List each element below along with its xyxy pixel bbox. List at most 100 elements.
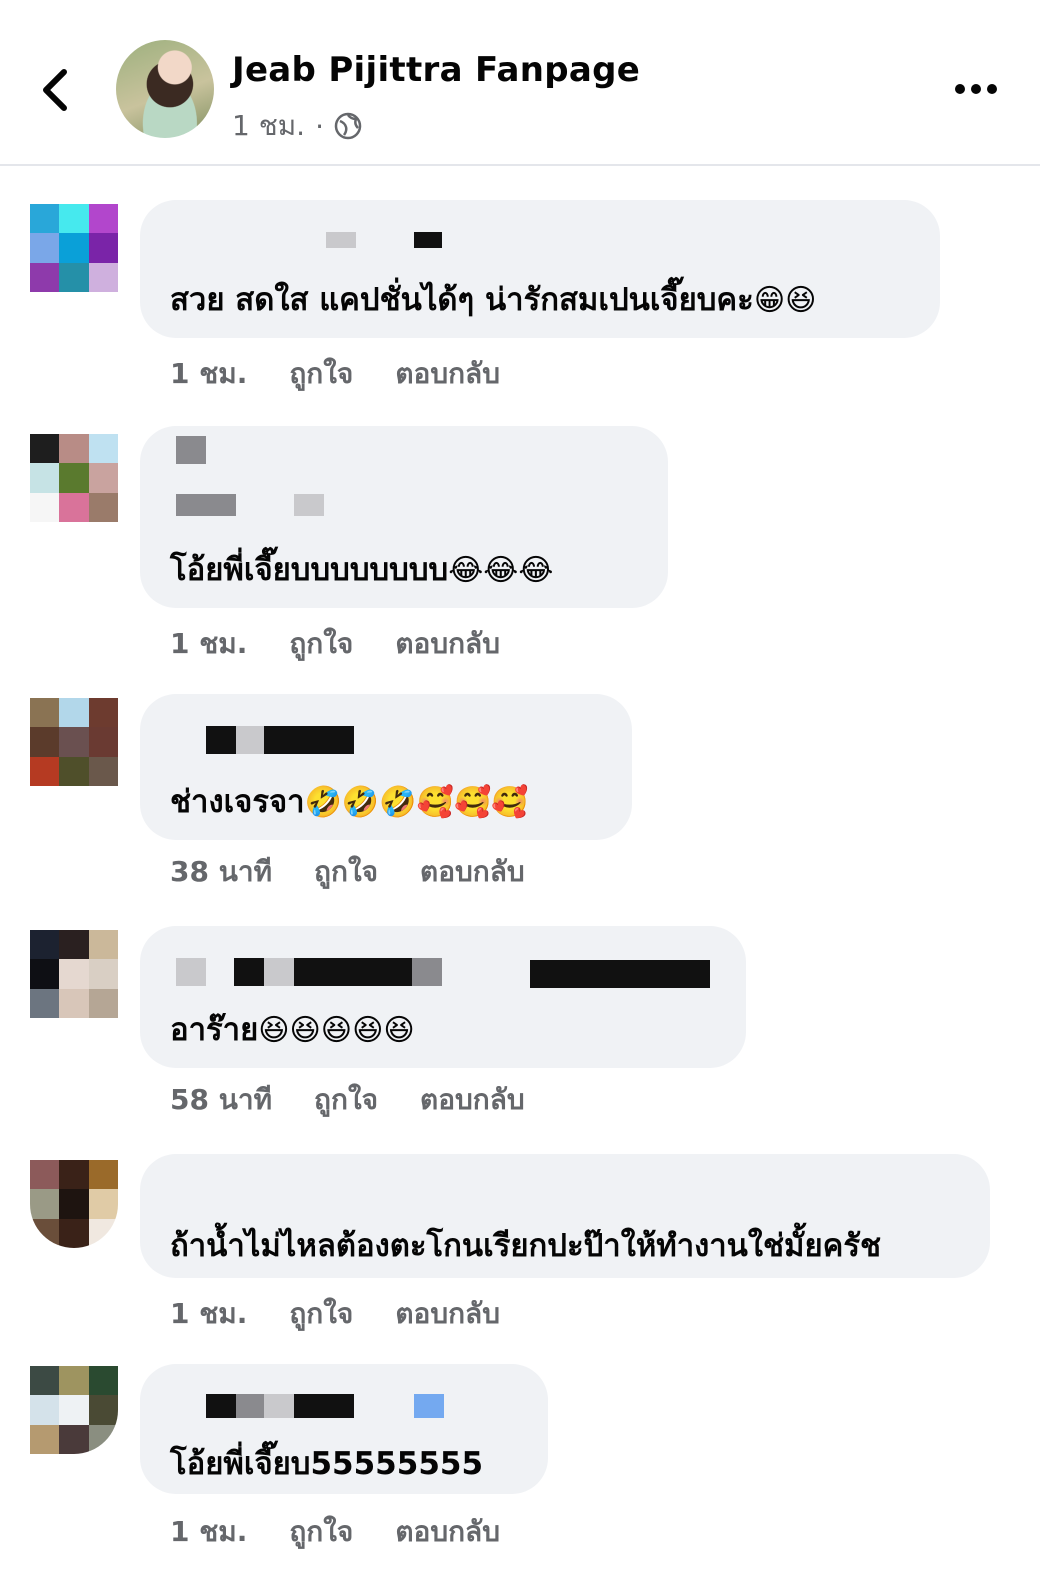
emoji-sequence: 😆😆😆😆😆 <box>258 1013 415 1048</box>
reply-button[interactable]: ตอบกลับ <box>420 1078 525 1122</box>
avatar-pixel <box>59 463 89 493</box>
name-redaction <box>234 958 264 986</box>
emoji-sequence: 🤣🤣🤣🥰🥰🥰 <box>304 785 529 820</box>
post-meta: 1 ชม. · <box>232 104 362 148</box>
commenter-name[interactable] <box>184 230 484 250</box>
comment-actions: 1 ชม. ถูกใจ ตอบกลับ <box>170 622 500 666</box>
comment-actions: 1 ชม. ถูกใจ ตอบกลับ <box>170 1510 500 1554</box>
reply-button[interactable]: ตอบกลับ <box>420 850 525 894</box>
avatar-pixel <box>30 1160 60 1190</box>
comment-bubble[interactable]: โอ้ยพี่เจี๊ยบ55555555 <box>140 1364 548 1494</box>
comment-bubble[interactable]: โอ้ยพี่เจี๊ยบบบบบบบบ😂😂😂 <box>140 426 668 608</box>
comment-text: อาร๊าย😆😆😆😆😆 <box>170 1012 415 1048</box>
name-redaction <box>264 958 294 986</box>
avatar-pixel <box>30 756 60 786</box>
reply-button[interactable]: ตอบกลับ <box>395 1510 500 1554</box>
emoji-sequence: 😂😂😂 <box>448 553 554 588</box>
post-header: Jeab Pijittra Fanpage 1 ชม. · <box>0 0 1040 166</box>
avatar-pixel <box>88 988 118 1018</box>
avatar-pixel <box>59 262 89 292</box>
avatar-pixel <box>88 492 118 522</box>
name-redaction <box>326 232 356 248</box>
commenter-name[interactable] <box>206 726 366 754</box>
commenter-avatar[interactable] <box>30 1160 118 1248</box>
like-button[interactable]: ถูกใจ <box>314 1078 378 1122</box>
avatar-pixel <box>59 1189 89 1219</box>
commenter-name[interactable] <box>206 1394 536 1420</box>
avatar-pixel <box>88 233 118 263</box>
reply-button[interactable]: ตอบกลับ <box>395 622 500 666</box>
avatar-pixel <box>88 756 118 786</box>
like-button[interactable]: ถูกใจ <box>289 1292 353 1336</box>
name-redaction <box>206 726 236 754</box>
like-button[interactable]: ถูกใจ <box>289 622 353 666</box>
name-redaction <box>412 958 442 986</box>
commenter-avatar[interactable] <box>30 434 118 522</box>
commenter-name[interactable] <box>184 1174 484 1194</box>
like-button[interactable]: ถูกใจ <box>314 850 378 894</box>
avatar-pixel <box>88 727 118 757</box>
comment-bubble[interactable]: ถ้าน้ำไม่ไหลต้องตะโกนเรียกปะป๊าให้ทำงานใ… <box>140 1154 990 1278</box>
comment-bubble[interactable]: สวย สดใส แคปชั่นได้ๆ น่ารักสมเปนเจี๊ยบคะ… <box>140 200 940 338</box>
avatar-pixel <box>59 756 89 786</box>
back-button[interactable] <box>36 62 84 118</box>
name-redaction <box>236 726 264 754</box>
name-redaction <box>176 958 206 986</box>
chevron-left-icon <box>43 69 67 111</box>
like-button[interactable]: ถูกใจ <box>289 1510 353 1554</box>
avatar-pixel <box>88 959 118 989</box>
name-redaction <box>294 958 412 986</box>
comment-time[interactable]: 1 ชม. <box>170 622 247 666</box>
avatar-pixel <box>88 1366 118 1396</box>
avatar-pixel <box>30 1366 60 1396</box>
emoji-sequence: 😁😆 <box>753 283 817 318</box>
avatar-pixel <box>59 233 89 263</box>
more-options-button[interactable] <box>952 74 1000 104</box>
avatar-pixel <box>88 930 118 960</box>
comment-time[interactable]: 1 ชม. <box>170 352 247 396</box>
comment-time[interactable]: 38 นาที <box>170 850 272 894</box>
name-redaction <box>236 1394 264 1418</box>
comment-bubble[interactable]: ช่างเจรจา🤣🤣🤣🥰🥰🥰 <box>140 694 632 840</box>
commenter-avatar[interactable] <box>30 930 118 1018</box>
comment-text: ถ้าน้ำไม่ไหลต้องตะโกนเรียกปะป๊าให้ทำงานใ… <box>170 1228 882 1264</box>
name-redaction <box>264 726 354 754</box>
avatar-pixel <box>30 262 60 292</box>
name-redaction <box>294 1394 354 1418</box>
page-avatar[interactable] <box>116 40 214 138</box>
comment-time[interactable]: 1 ชม. <box>170 1292 247 1336</box>
avatar-pixel <box>88 698 118 728</box>
name-redaction <box>294 494 324 516</box>
name-redaction <box>414 232 442 248</box>
reply-button[interactable]: ตอบกลับ <box>395 1292 500 1336</box>
more-horizontal-icon <box>955 84 997 94</box>
avatar-pixel <box>88 463 118 493</box>
name-redaction <box>264 1394 294 1418</box>
comment-actions: 58 นาที ถูกใจ ตอบกลับ <box>170 1078 525 1122</box>
comment-bubble[interactable]: อาร๊าย😆😆😆😆😆 <box>140 926 746 1068</box>
avatar-pixel <box>30 233 60 263</box>
comment-text: โอ้ยพี่เจี๊ยบ55555555 <box>170 1446 484 1482</box>
post-time[interactable]: 1 ชม. <box>232 104 305 148</box>
page-title[interactable]: Jeab Pijittra Fanpage <box>232 50 640 90</box>
avatar-pixel <box>30 1218 60 1248</box>
avatar-pixel <box>59 492 89 522</box>
avatar-pixel <box>88 204 118 234</box>
name-redaction <box>176 494 236 516</box>
commenter-avatar[interactable] <box>30 1366 118 1454</box>
avatar-pixel <box>88 1218 118 1248</box>
commenter-avatar[interactable] <box>30 698 118 786</box>
comment-actions: 1 ชม. ถูกใจ ตอบกลับ <box>170 1292 500 1336</box>
comment-time[interactable]: 58 นาที <box>170 1078 272 1122</box>
avatar-pixel <box>88 1189 118 1219</box>
commenter-name[interactable] <box>176 958 716 988</box>
commenter-avatar[interactable] <box>30 204 118 292</box>
avatar-pixel <box>30 959 60 989</box>
avatar-pixel <box>30 492 60 522</box>
avatar-pixel <box>30 463 60 493</box>
comment-time[interactable]: 1 ชม. <box>170 1510 247 1554</box>
reply-button[interactable]: ตอบกลับ <box>395 352 500 396</box>
name-redaction <box>530 960 710 988</box>
like-button[interactable]: ถูกใจ <box>289 352 353 396</box>
commenter-name[interactable] <box>176 436 376 526</box>
